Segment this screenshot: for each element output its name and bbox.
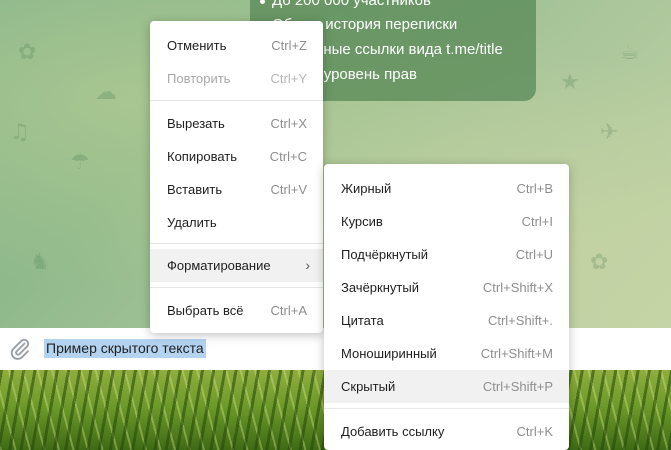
format-item-spoiler[interactable]: Скрытый Ctrl+Shift+P [324,370,569,403]
menu-item-copy[interactable]: Копировать Ctrl+C [150,140,323,173]
doodle-pattern: ☂ [70,150,90,175]
format-item-add-link[interactable]: Добавить ссылку Ctrl+K [324,415,569,448]
menu-item-shortcut: Ctrl+Shift+P [482,379,553,394]
format-item-monospace[interactable]: Моноширинный Ctrl+Shift+M [324,337,569,370]
doodle-pattern: ✈ [600,120,619,145]
menu-item-select-all[interactable]: Выбрать всё Ctrl+A [150,294,323,327]
menu-item-label: Зачёркнутый [341,280,419,295]
menu-item-label: Скрытый [341,379,396,394]
menu-item-label: Удалить [167,215,217,230]
menu-item-shortcut: Ctrl+U [515,247,553,262]
message-input[interactable]: Пример скрытого текста [44,339,206,358]
doodle-pattern: ♞ [30,250,50,275]
doodle-pattern: ☕ [620,40,640,65]
message-line: До 200 000 участников [260,0,431,9]
format-item-italic[interactable]: Курсив Ctrl+I [324,205,569,238]
format-item-quote[interactable]: Цитата Ctrl+Shift+. [324,304,569,337]
menu-item-label: Моноширинный [341,346,437,361]
menu-item-cut[interactable]: Вырезать Ctrl+X [150,107,323,140]
menu-item-label: Подчёркнутый [341,247,429,262]
doodle-pattern: ♫ [10,120,30,145]
menu-item-label: Отменить [167,38,227,53]
menu-item-shortcut: Ctrl+Shift+X [482,280,553,295]
menu-item-undo[interactable]: Отменить Ctrl+Z [150,29,323,62]
menu-item-label: Вставить [167,182,223,197]
menu-item-shortcut: Ctrl+K [516,424,553,439]
menu-item-shortcut: Ctrl+Shift+. [487,313,553,328]
paperclip-icon[interactable] [8,337,32,361]
context-menu: Отменить Ctrl+Z Повторить Ctrl+Y Вырезат… [150,21,323,333]
menu-item-label: Копировать [167,149,237,164]
menu-item-label: Цитата [341,313,384,328]
menu-item-shortcut: Ctrl+Y [270,71,307,86]
menu-item-shortcut: Ctrl+B [516,181,553,196]
chevron-right-icon: › [305,257,310,273]
menu-item-formatting[interactable]: Форматирование › [150,249,323,282]
menu-item-shortcut: Ctrl+V [270,182,307,197]
menu-item-redo: Повторить Ctrl+Y [150,62,323,95]
doodle-pattern: ☁ [95,80,117,105]
menu-item-shortcut: Ctrl+A [270,303,307,318]
menu-separator [150,100,323,101]
menu-item-label: Добавить ссылку [341,424,445,439]
menu-item-label: Выбрать всё [167,303,244,318]
menu-separator [150,243,323,244]
menu-item-shortcut: Ctrl+Z [271,38,307,53]
menu-separator [150,287,323,288]
menu-item-shortcut: Ctrl+X [270,116,307,131]
format-item-strikethrough[interactable]: Зачёркнутый Ctrl+Shift+X [324,271,569,304]
doodle-pattern: ✿ [590,250,609,275]
doodle-pattern: ✿ [18,40,37,65]
menu-separator [324,408,569,409]
menu-item-label: Вырезать [167,116,225,131]
menu-item-label: Форматирование [167,258,271,273]
menu-item-shortcut: Ctrl+I [521,214,553,229]
format-item-underline[interactable]: Подчёркнутый Ctrl+U [324,238,569,271]
menu-item-shortcut: Ctrl+C [269,149,307,164]
menu-item-delete[interactable]: Удалить [150,206,323,239]
format-item-bold[interactable]: Жирный Ctrl+B [324,172,569,205]
menu-item-label: Повторить [167,71,231,86]
menu-item-shortcut: Ctrl+Shift+M [480,346,553,361]
doodle-pattern: ★ [560,70,580,95]
menu-item-paste[interactable]: Вставить Ctrl+V [150,173,323,206]
formatting-submenu: Жирный Ctrl+B Курсив Ctrl+I Подчёркнутый… [324,164,569,450]
menu-item-label: Курсив [341,214,383,229]
menu-item-label: Жирный [341,181,392,196]
